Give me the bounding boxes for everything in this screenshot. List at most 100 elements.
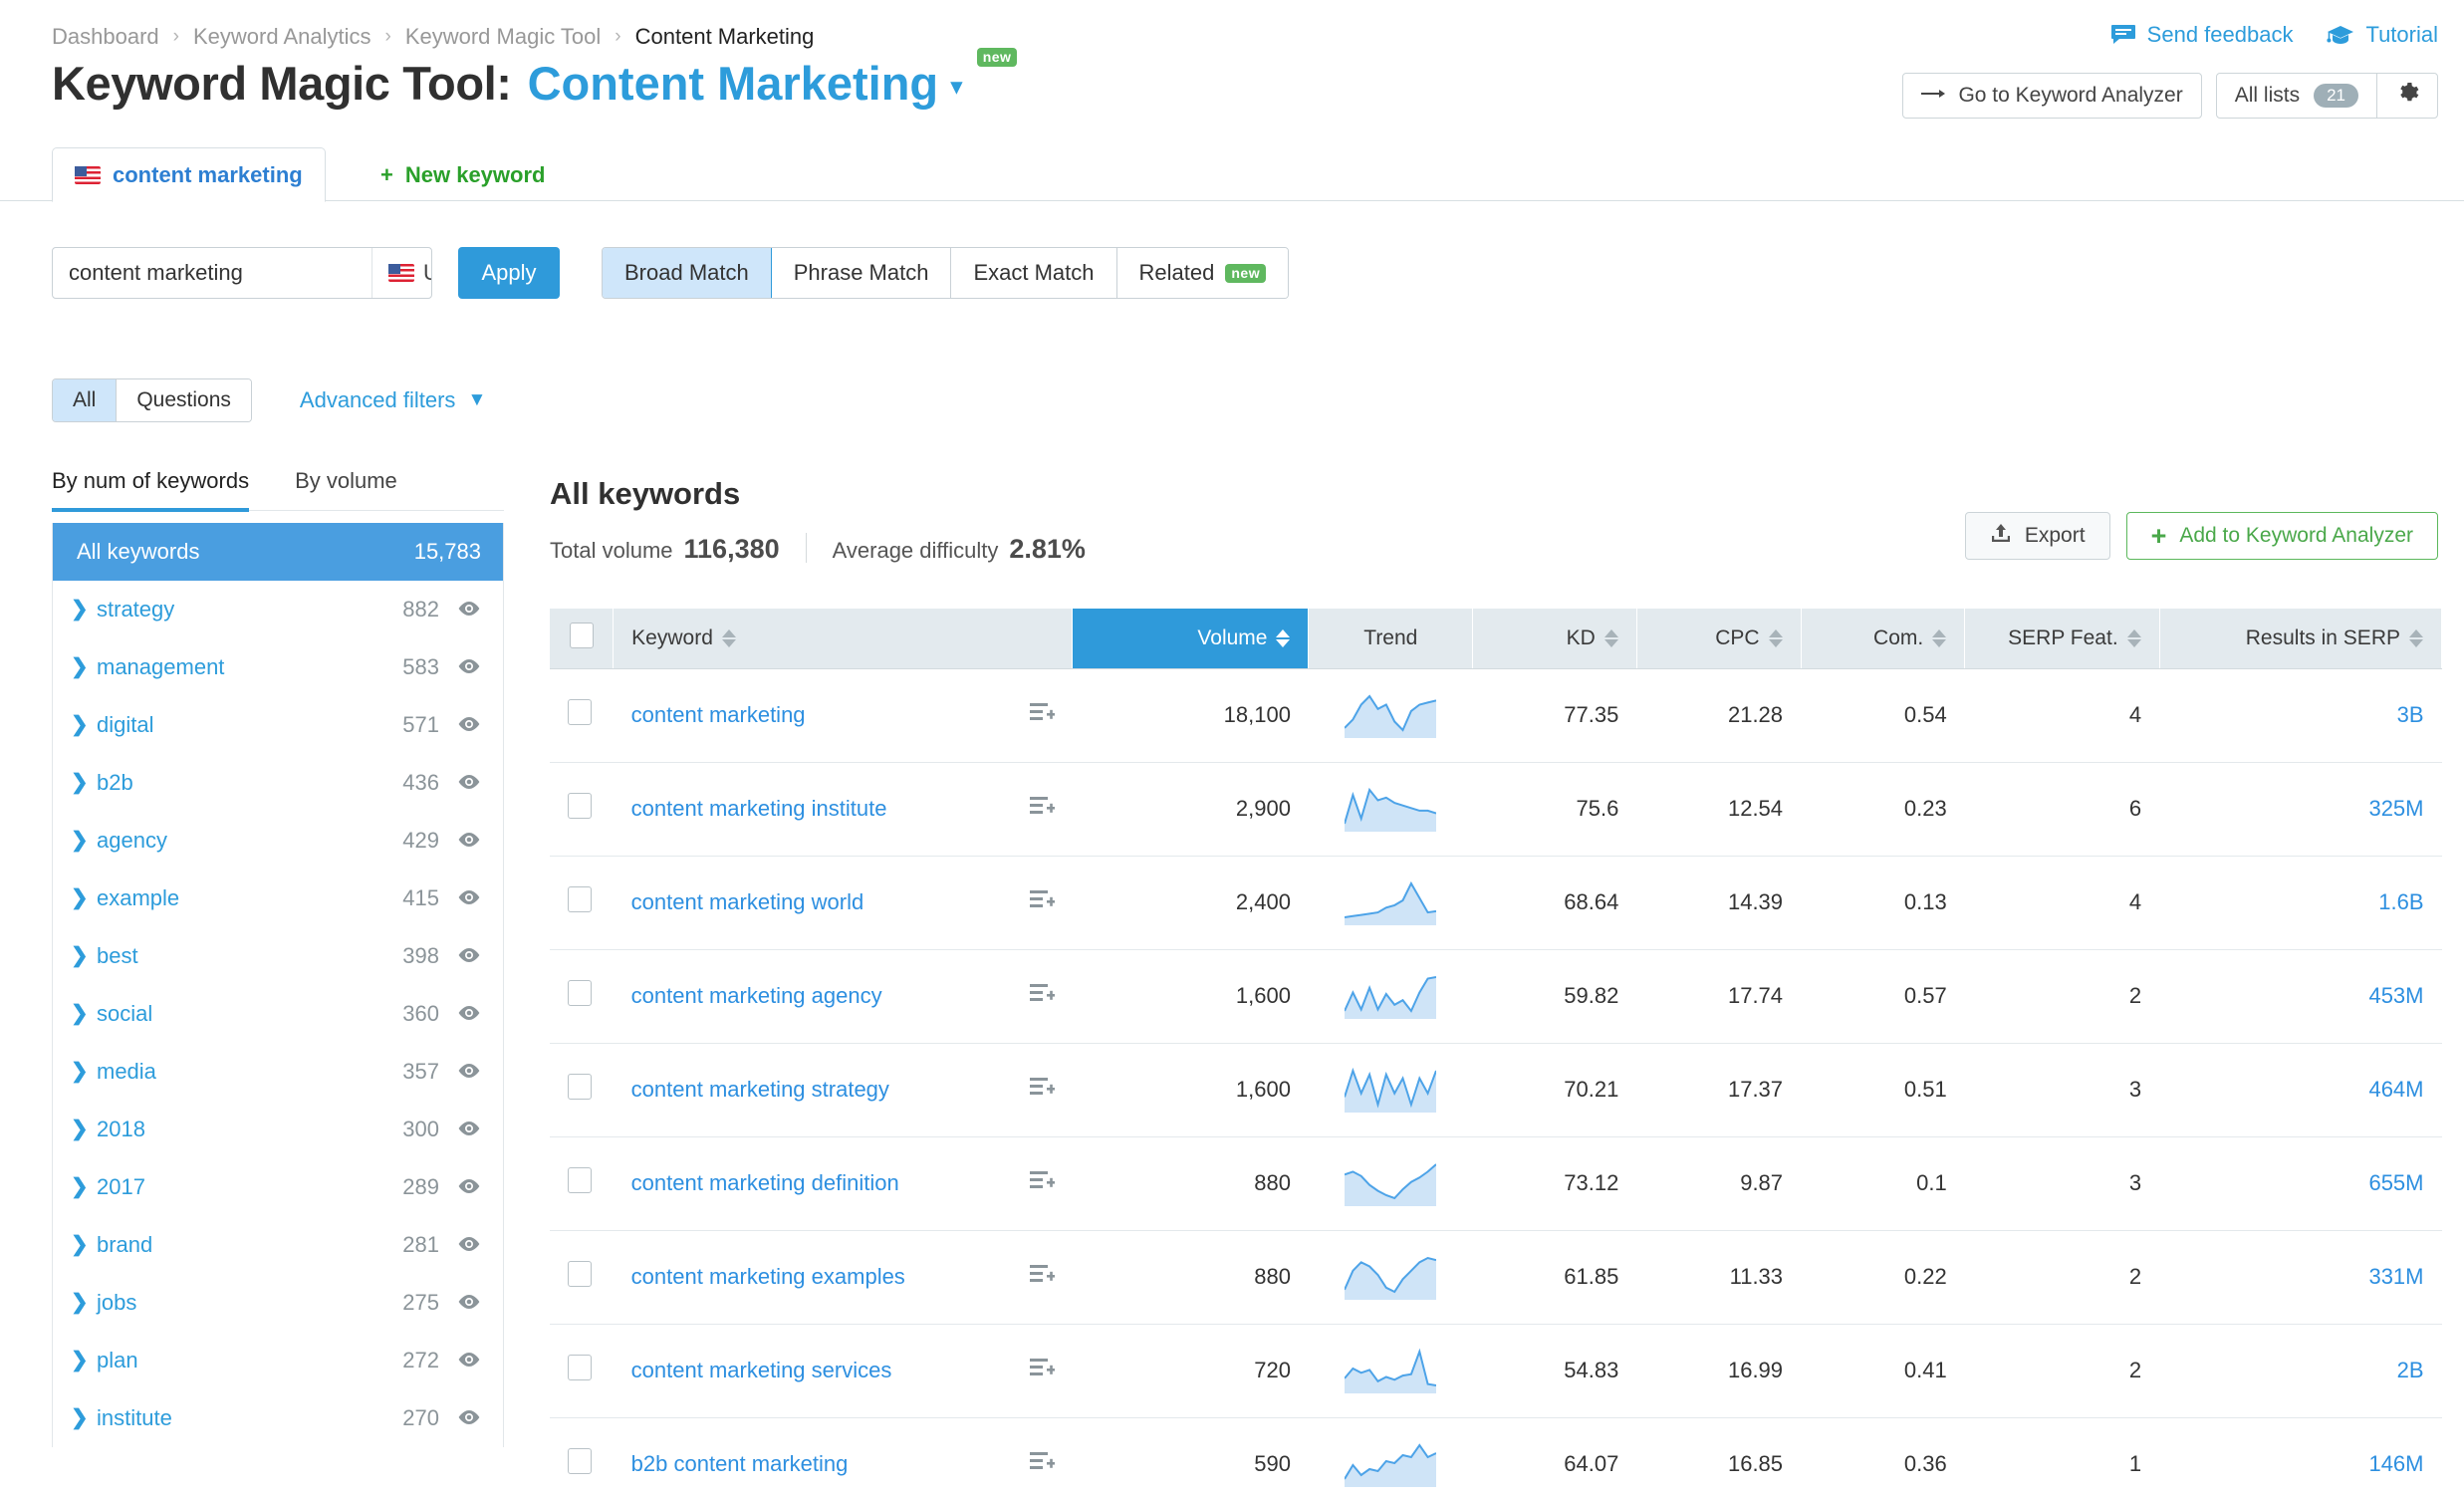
chevron-right-icon[interactable]: ❯ [71, 654, 97, 679]
row-select-cell[interactable] [550, 1043, 614, 1137]
column-header-volume[interactable]: Volume [1072, 609, 1310, 669]
match-type-broad[interactable]: Broad Match [603, 248, 772, 298]
all-lists-button[interactable]: All lists 21 [2217, 74, 2376, 118]
export-button[interactable]: Export [1964, 512, 2110, 560]
eye-icon[interactable] [457, 654, 481, 680]
settings-button[interactable] [2377, 74, 2437, 118]
page-title-keyword[interactable]: Content Marketing [528, 60, 939, 107]
chevron-right-icon[interactable]: ❯ [71, 597, 97, 622]
sidebar-item-management[interactable]: ❯ management 583 [53, 638, 503, 696]
eye-icon[interactable] [457, 1290, 481, 1316]
chevron-right-icon[interactable]: ❯ [71, 885, 97, 910]
breadcrumb-item-keyword-magic-tool[interactable]: Keyword Magic Tool [405, 24, 601, 50]
keyword-link[interactable]: content marketing examples [631, 1264, 905, 1290]
keyword-link[interactable]: content marketing strategy [631, 1077, 889, 1103]
column-header-kd[interactable]: KD [1472, 609, 1637, 669]
column-header-com[interactable]: Com. [1801, 609, 1966, 669]
sidebar-item-2017[interactable]: ❯ 2017 289 [53, 1158, 503, 1216]
sidebar-item-best[interactable]: ❯ best 398 [53, 927, 503, 985]
keyword-link[interactable]: content marketing agency [631, 983, 882, 1009]
sidebar-tab-by-num-of-keywords[interactable]: By num of keywords [52, 468, 250, 512]
keyword-link[interactable]: b2b content marketing [631, 1451, 849, 1477]
add-to-list-icon[interactable] [1029, 700, 1056, 730]
add-to-list-icon[interactable] [1029, 887, 1056, 917]
sort-icon[interactable] [1603, 628, 1618, 647]
add-to-list-icon[interactable] [1029, 1075, 1056, 1105]
filter-questions[interactable]: Questions [117, 379, 251, 421]
sort-icon[interactable] [721, 628, 736, 647]
sort-icon[interactable] [1276, 628, 1291, 647]
results-link[interactable]: 1.6B [2378, 889, 2423, 914]
chevron-down-icon[interactable]: ▾ [950, 72, 963, 102]
results-link[interactable]: 331M [2368, 1264, 2423, 1289]
column-header-serp-feat[interactable]: SERP Feat. [1964, 609, 2160, 669]
results-link[interactable]: 2B [2397, 1358, 2424, 1382]
row-checkbox[interactable] [568, 793, 592, 819]
sidebar-item-strategy[interactable]: ❯ strategy 882 [53, 581, 503, 638]
eye-icon[interactable] [457, 1232, 481, 1258]
row-select-cell[interactable] [550, 949, 614, 1044]
sidebar-tab-by-volume[interactable]: By volume [295, 468, 397, 510]
eye-icon[interactable] [457, 828, 481, 854]
results-link[interactable]: 655M [2368, 1170, 2423, 1195]
row-checkbox[interactable] [568, 1167, 592, 1193]
sort-icon[interactable] [2126, 628, 2141, 647]
match-type-related[interactable]: Related new [1116, 248, 1289, 298]
row-checkbox[interactable] [568, 1074, 592, 1100]
sidebar-item-institute[interactable]: ❯ institute 270 [53, 1389, 503, 1447]
add-to-list-icon[interactable] [1029, 1356, 1056, 1385]
chevron-right-icon[interactable]: ❯ [71, 943, 97, 968]
results-link[interactable]: 464M [2368, 1077, 2423, 1102]
keyword-link[interactable]: content marketing [631, 702, 806, 728]
tutorial-link[interactable]: Tutorial [2327, 22, 2438, 48]
row-select-cell[interactable] [550, 1230, 614, 1325]
eye-icon[interactable] [457, 712, 481, 738]
new-keyword-button[interactable]: + New keyword [359, 147, 567, 202]
sidebar-item-jobs[interactable]: ❯ jobs 275 [53, 1274, 503, 1332]
keyword-link[interactable]: content marketing institute [631, 796, 887, 822]
chevron-right-icon[interactable]: ❯ [71, 770, 97, 795]
results-link[interactable]: 325M [2368, 796, 2423, 821]
sidebar-item-all-keywords[interactable]: All keywords 15,783 [53, 523, 503, 581]
column-header-cpc[interactable]: CPC [1636, 609, 1802, 669]
row-select-cell[interactable] [550, 1417, 614, 1496]
chevron-right-icon[interactable]: ❯ [71, 1001, 97, 1026]
select-all-checkbox[interactable] [569, 622, 594, 648]
keyword-tab-content-marketing[interactable]: content marketing [52, 147, 326, 202]
row-checkbox[interactable] [568, 1261, 592, 1287]
match-type-exact[interactable]: Exact Match [951, 248, 1117, 298]
sidebar-item-digital[interactable]: ❯ digital 571 [53, 696, 503, 754]
chevron-right-icon[interactable]: ❯ [71, 1059, 97, 1084]
add-to-list-icon[interactable] [1029, 1449, 1056, 1479]
apply-button[interactable]: Apply [458, 247, 560, 299]
eye-icon[interactable] [457, 597, 481, 623]
eye-icon[interactable] [457, 1117, 481, 1142]
advanced-filters-button[interactable]: Advanced filters ▼ [300, 387, 486, 413]
filter-all[interactable]: All [53, 379, 118, 421]
search-input[interactable] [53, 260, 371, 286]
sidebar-item-agency[interactable]: ❯ agency 429 [53, 812, 503, 870]
row-checkbox[interactable] [568, 1355, 592, 1380]
sidebar-item-brand[interactable]: ❯ brand 281 [53, 1216, 503, 1274]
row-select-cell[interactable] [550, 1324, 614, 1418]
sidebar-item-example[interactable]: ❯ example 415 [53, 870, 503, 927]
results-link[interactable]: 453M [2368, 983, 2423, 1008]
sidebar-item-media[interactable]: ❯ media 357 [53, 1043, 503, 1101]
chevron-right-icon[interactable]: ❯ [71, 1174, 97, 1199]
sort-icon[interactable] [1932, 628, 1947, 647]
column-header-keyword[interactable]: Keyword [613, 609, 1074, 669]
sort-icon[interactable] [1768, 628, 1783, 647]
keyword-link[interactable]: content marketing services [631, 1358, 892, 1383]
row-select-cell[interactable] [550, 1136, 614, 1231]
go-to-keyword-analyzer-button[interactable]: Go to Keyword Analyzer [1902, 73, 2202, 119]
results-link[interactable]: 3B [2397, 702, 2424, 727]
chevron-right-icon[interactable]: ❯ [71, 1348, 97, 1372]
add-to-list-icon[interactable] [1029, 794, 1056, 824]
breadcrumb-item-dashboard[interactable]: Dashboard [52, 24, 159, 50]
sidebar-item-social[interactable]: ❯ social 360 [53, 985, 503, 1043]
chevron-right-icon[interactable]: ❯ [71, 1117, 97, 1141]
sidebar-item-2018[interactable]: ❯ 2018 300 [53, 1101, 503, 1158]
match-type-phrase[interactable]: Phrase Match [771, 248, 952, 298]
sort-icon[interactable] [2409, 628, 2423, 647]
country-select[interactable]: US ▼ [371, 248, 431, 298]
